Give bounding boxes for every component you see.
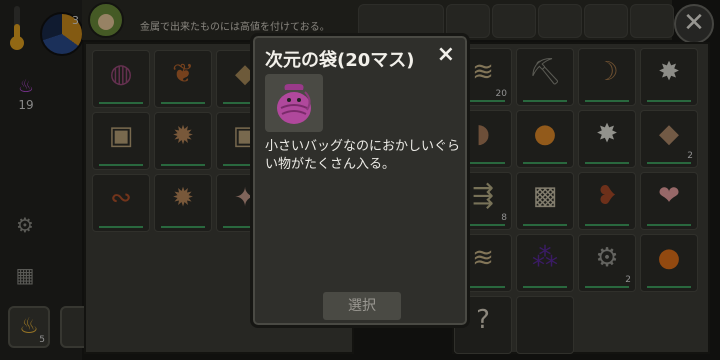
inventory-slot[interactable]: ✸ (578, 110, 636, 168)
merchant-tip: 金属で出来たものには高値を付けておる。 (140, 22, 330, 33)
inventory-slot[interactable]: ▩ (516, 172, 574, 230)
item-detail-dialog: 次元の袋(20マス) × 小さいバッグなのにおかしいぐらい物がたくさん入る。 選… (250, 33, 470, 328)
tab-equipment[interactable] (492, 4, 536, 38)
inventory-slot[interactable]: ☽ (578, 48, 636, 106)
stat-value: 19 (18, 98, 34, 112)
close-dialog-button[interactable]: × (437, 42, 455, 67)
inventory-slot[interactable]: ● (640, 234, 698, 292)
inventory-slot[interactable] (516, 296, 574, 354)
inventory-slot[interactable]: ⛏ (516, 48, 574, 106)
inventory-slot[interactable]: ▣ (92, 112, 150, 170)
inventory-slot[interactable]: ❦ (154, 50, 212, 108)
slot-quantity: 20 (495, 89, 507, 99)
inventory-slot[interactable]: ✹ (154, 174, 212, 232)
settings-gear-icon[interactable]: ⚙ (12, 212, 38, 238)
inventory-slot[interactable]: ● (516, 110, 574, 168)
tab-helmet[interactable] (538, 4, 582, 38)
inventory-slot[interactable]: ⁂ (516, 234, 574, 292)
thermometer-icon (8, 6, 26, 50)
inventory-slot[interactable]: ✸ (640, 48, 698, 106)
select-button[interactable]: 選択 (323, 292, 401, 320)
stat-indicator: ♨ 19 (14, 76, 38, 113)
flame-icon: ♨ (17, 76, 35, 97)
quick-slot-count: 5 (39, 335, 45, 345)
slot-quantity: 2 (625, 275, 631, 285)
tab-bucket[interactable] (630, 4, 674, 38)
slot-quantity: 2 (687, 151, 693, 161)
tab-hat[interactable] (584, 4, 628, 38)
inventory-slot[interactable]: ∾ (92, 174, 150, 232)
item-description: 小さいバッグなのにおかしいぐらい物がたくさん入る。 (265, 139, 461, 172)
map-icon[interactable]: ▦ (12, 262, 38, 288)
slot-quantity: 8 (501, 213, 507, 223)
inventory-slot[interactable]: ◍ (92, 50, 150, 108)
player-inventory-panel: ≋ 20 ⛏ ☽ ✸ ◗ ● ✸ ◆ 2 ⇶ 8 ▩ ❥ ❤ ≋ ⁂ ⚙ 2 ● ? (452, 42, 710, 354)
close-inventory-button[interactable]: ✕ (674, 4, 714, 44)
item-title: 次元の袋(20マス) (265, 50, 415, 71)
purple-bag-icon (277, 84, 311, 124)
quick-slot-lamp[interactable]: ♨ 5 (8, 306, 50, 348)
inventory-slot[interactable]: ❤ (640, 172, 698, 230)
item-preview (265, 74, 323, 132)
merchant-avatar (88, 2, 124, 38)
inventory-slot[interactable]: ❥ (578, 172, 636, 230)
clock-value: 3 (72, 14, 79, 27)
inventory-slot[interactable]: ✹ (154, 112, 212, 170)
inventory-slot[interactable]: ⚙ 2 (578, 234, 636, 292)
inventory-slot[interactable]: ◆ 2 (640, 110, 698, 168)
